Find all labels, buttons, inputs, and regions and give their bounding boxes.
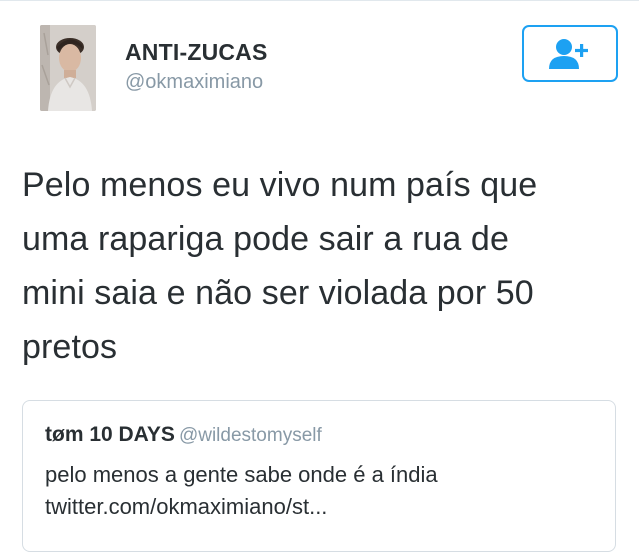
- author-header: ANTI-ZUCAS @okmaximiano: [125, 38, 268, 95]
- quoted-text-line: pelo menos a gente sabe onde é a índia: [45, 462, 438, 487]
- quoted-tweet-text: pelo menos a gente sabe onde é a índia t…: [45, 459, 595, 523]
- tweet-text-line: mini saia e não ser violada por 50: [22, 274, 534, 312]
- avatar[interactable]: [40, 25, 96, 111]
- author-display-name[interactable]: ANTI-ZUCAS: [125, 38, 268, 66]
- tweet-text: Pelo menos eu vivo num país que uma rapa…: [22, 158, 622, 374]
- top-divider: [0, 0, 639, 1]
- quoted-tweet-header: tøm 10 DAYS @wildestomyself: [45, 423, 322, 447]
- follow-button[interactable]: [522, 25, 618, 82]
- quoted-author-name: tøm 10 DAYS: [45, 423, 175, 446]
- profile-photo-icon: [40, 25, 96, 111]
- tweet-text-line: uma rapariga pode sair a rua de: [22, 220, 509, 258]
- quoted-link[interactable]: twitter.com/okmaximiano/st...: [45, 494, 327, 519]
- tweet-text-line: pretos: [22, 328, 118, 366]
- author-handle[interactable]: @okmaximiano: [125, 69, 268, 95]
- quoted-tweet-card[interactable]: tøm 10 DAYS @wildestomyself pelo menos a …: [22, 400, 616, 552]
- follow-user-plus-icon: [549, 38, 588, 69]
- tweet-text-line: Pelo menos eu vivo num país que: [22, 166, 538, 204]
- quoted-author-handle: @wildestomyself: [178, 425, 322, 446]
